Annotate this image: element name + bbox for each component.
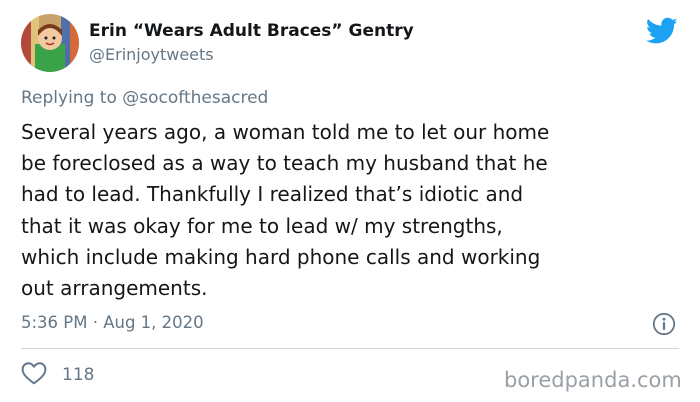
- display-name[interactable]: Erin “Wears Adult Braces” Gentry: [89, 21, 414, 41]
- user-handle[interactable]: @Erinjoytweets: [89, 45, 214, 64]
- replying-to-mention-link[interactable]: @socofthesacred: [122, 88, 268, 108]
- replying-to-label: Replying to: [21, 88, 123, 108]
- tweet-timestamp[interactable]: 5:36 PM · Aug 1, 2020: [21, 313, 204, 332]
- source-watermark: boredpanda.com: [504, 368, 682, 392]
- heart-icon[interactable]: [21, 361, 47, 389]
- like-button[interactable]: 118: [21, 362, 94, 388]
- replying-to: Replying to @socofthesacred: [21, 88, 268, 108]
- avatar-image: [21, 14, 79, 72]
- avatar[interactable]: [21, 14, 79, 72]
- twitter-bird-icon[interactable]: [645, 17, 678, 45]
- tweet-text: Several years ago, a woman told me to le…: [21, 120, 550, 301]
- info-icon[interactable]: [652, 312, 676, 336]
- divider: [21, 348, 679, 349]
- like-count: 118: [62, 365, 95, 385]
